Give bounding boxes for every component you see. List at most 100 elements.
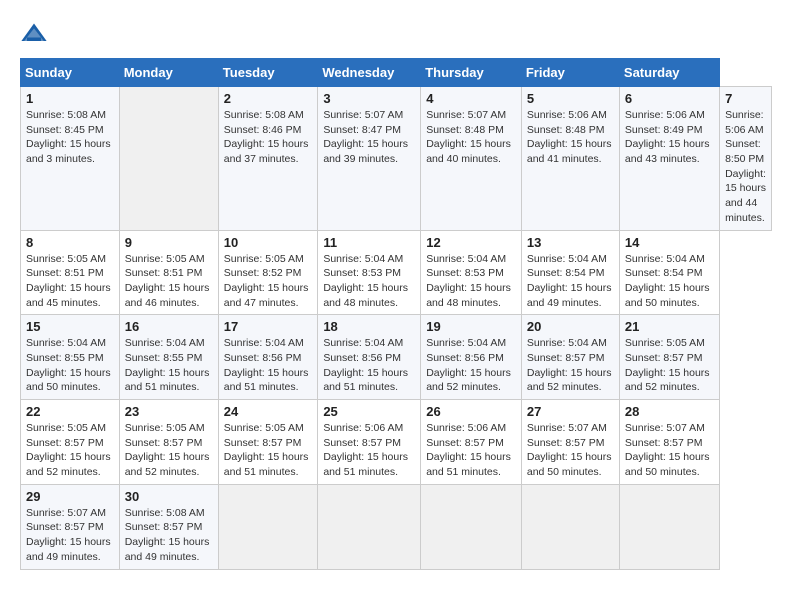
sunset-text: Sunset: 8:46 PM: [224, 124, 302, 136]
calendar-week-4: 22 Sunrise: 5:05 AM Sunset: 8:57 PM Dayligh…: [21, 400, 772, 485]
day-number: 13: [527, 235, 614, 250]
day-number: 25: [323, 404, 415, 419]
day-info: Sunrise: 5:08 AMSunset: 8:57 PMDaylight:…: [125, 506, 213, 565]
day-info: Sunrise: 5:06 AMSunset: 8:50 PMDaylight:…: [725, 108, 766, 226]
calendar-cell: 6Sunrise: 5:06 AMSunset: 8:49 PMDaylight…: [619, 87, 719, 231]
sunset-text: Sunset: 8:57 PM: [625, 352, 703, 364]
calendar-cell: 30Sunrise: 5:08 AMSunset: 8:57 PMDayligh…: [119, 484, 218, 569]
calendar-cell: 12Sunrise: 5:04 AMSunset: 8:53 PMDayligh…: [421, 230, 522, 315]
daylight-text: Daylight: 15 hours and 49 minutes.: [26, 536, 111, 563]
calendar-cell: 15Sunrise: 5:04 AMSunset: 8:55 PMDayligh…: [21, 315, 120, 400]
daylight-text: Daylight: 15 hours and 41 minutes.: [527, 138, 612, 165]
sunset-text: Sunset: 8:54 PM: [527, 267, 605, 279]
calendar-week-5: 29 Sunrise: 5:07 AMSunset: 8:57 PMDayligh…: [21, 484, 772, 569]
day-header-monday: Monday: [119, 59, 218, 87]
day-number: 10: [224, 235, 313, 250]
sunrise-text: Sunrise: 5:05 AM: [125, 253, 205, 265]
calendar-cell: [521, 484, 619, 569]
day-number: 14: [625, 235, 714, 250]
sunrise-text: Sunrise: 5:05 AM: [224, 422, 304, 434]
sunrise-text: Sunrise: 5:05 AM: [625, 337, 705, 349]
day-info: Sunrise: 5:06 AMSunset: 8:57 PMDaylight:…: [323, 421, 415, 480]
day-number: 18: [323, 319, 415, 334]
day-number: 7: [725, 91, 766, 106]
calendar-cell: 8 Sunrise: 5:05 AMSunset: 8:51 PMDaylight…: [21, 230, 120, 315]
day-info: Sunrise: 5:05 AMSunset: 8:57 PMDaylight:…: [26, 421, 114, 480]
calendar-header-row: SundayMondayTuesdayWednesdayThursdayFrid…: [21, 59, 772, 87]
day-info: Sunrise: 5:06 AMSunset: 8:57 PMDaylight:…: [426, 421, 516, 480]
daylight-text: Daylight: 15 hours and 50 minutes.: [625, 451, 710, 478]
daylight-text: Daylight: 15 hours and 47 minutes.: [224, 282, 309, 309]
calendar-cell: [421, 484, 522, 569]
sunrise-text: Sunrise: 5:07 AM: [625, 422, 705, 434]
day-number: 8: [26, 235, 114, 250]
calendar-cell: 17Sunrise: 5:04 AMSunset: 8:56 PMDayligh…: [218, 315, 318, 400]
sunset-text: Sunset: 8:54 PM: [625, 267, 703, 279]
sunset-text: Sunset: 8:57 PM: [26, 437, 104, 449]
sunset-text: Sunset: 8:57 PM: [426, 437, 504, 449]
daylight-text: Daylight: 15 hours and 46 minutes.: [125, 282, 210, 309]
daylight-text: Daylight: 15 hours and 48 minutes.: [323, 282, 408, 309]
logo: [20, 20, 50, 48]
sunset-text: Sunset: 8:57 PM: [26, 521, 104, 533]
day-number: 22: [26, 404, 114, 419]
day-info: Sunrise: 5:07 AMSunset: 8:47 PMDaylight:…: [323, 108, 415, 167]
day-number: 4: [426, 91, 516, 106]
sunset-text: Sunset: 8:56 PM: [323, 352, 401, 364]
daylight-text: Daylight: 15 hours and 50 minutes.: [527, 451, 612, 478]
calendar-cell: 9Sunrise: 5:05 AMSunset: 8:51 PMDaylight…: [119, 230, 218, 315]
day-info: Sunrise: 5:05 AMSunset: 8:57 PMDaylight:…: [625, 336, 714, 395]
daylight-text: Daylight: 15 hours and 51 minutes.: [125, 367, 210, 394]
calendar-cell: [318, 484, 421, 569]
day-number: 1: [26, 91, 114, 106]
sunrise-text: Sunrise: 5:04 AM: [26, 337, 106, 349]
daylight-text: Daylight: 15 hours and 49 minutes.: [125, 536, 210, 563]
calendar-cell: [119, 87, 218, 231]
daylight-text: Daylight: 15 hours and 51 minutes.: [224, 367, 309, 394]
calendar-cell: 27Sunrise: 5:07 AMSunset: 8:57 PMDayligh…: [521, 400, 619, 485]
sunrise-text: Sunrise: 5:04 AM: [426, 253, 506, 265]
sunset-text: Sunset: 8:51 PM: [125, 267, 203, 279]
daylight-text: Daylight: 15 hours and 48 minutes.: [426, 282, 511, 309]
sunset-text: Sunset: 8:48 PM: [527, 124, 605, 136]
day-info: Sunrise: 5:07 AM Sunset: 8:57 PM Daylight:…: [527, 421, 614, 480]
sunrise-text: Sunrise: 5:05 AM: [224, 253, 304, 265]
daylight-text: Daylight: 15 hours and 52 minutes.: [527, 367, 612, 394]
calendar-cell: 24Sunrise: 5:05 AMSunset: 8:57 PMDayligh…: [218, 400, 318, 485]
sunrise-text: Sunrise: 5:07 AM: [527, 422, 607, 434]
sunrise-text: Sunrise: 5:07 AM: [426, 109, 506, 121]
calendar-week-2: 8Sunrise: 5:05 AMSunset: 8:51 PMDaylight…: [21, 230, 772, 315]
calendar-cell: 3Sunrise: 5:07 AMSunset: 8:47 PMDaylight…: [318, 87, 421, 231]
sunset-text: Sunset: 8:57 PM: [323, 437, 401, 449]
day-number: 24: [224, 404, 313, 419]
day-info: Sunrise: 5:04 AM Sunset: 8:56 PM Daylight:…: [224, 336, 313, 395]
sunrise-text: Sunrise: 5:04 AM: [224, 337, 304, 349]
sunrise-text: Sunrise: 5:08 AM: [26, 109, 106, 121]
sunset-text: Sunset: 8:52 PM: [224, 267, 302, 279]
sunset-text: Sunset: 8:55 PM: [125, 352, 203, 364]
day-number: 21: [625, 319, 714, 334]
sunset-text: Sunset: 8:56 PM: [224, 352, 302, 364]
day-number: 28: [625, 404, 714, 419]
day-info: Sunrise: 5:04 AMSunset: 8:53 PMDaylight:…: [323, 252, 415, 311]
day-info: Sunrise: 5:04 AMSunset: 8:55 PMDaylight:…: [26, 336, 114, 395]
sunrise-text: Sunrise: 5:04 AM: [426, 337, 506, 349]
calendar-cell: 25 Sunrise: 5:06 AMSunset: 8:57 PMDayligh…: [318, 400, 421, 485]
day-info: Sunrise: 5:07 AMSunset: 8:57 PMDaylight:…: [26, 506, 114, 565]
day-info: Sunrise: 5:07 AMSunset: 8:48 PMDaylight:…: [426, 108, 516, 167]
sunset-text: Sunset: 8:57 PM: [527, 437, 605, 449]
calendar-cell: 11Sunrise: 5:04 AMSunset: 8:53 PMDayligh…: [318, 230, 421, 315]
sunrise-text: Sunrise: 5:06 AM: [426, 422, 506, 434]
daylight-text: Daylight: 15 hours and 50 minutes.: [26, 367, 111, 394]
day-header-wednesday: Wednesday: [318, 59, 421, 87]
sunset-text: Sunset: 8:45 PM: [26, 124, 104, 136]
day-info: Sunrise: 5:05 AMSunset: 8:51 PMDaylight:…: [26, 252, 114, 311]
daylight-text: Daylight: 15 hours and 43 minutes.: [625, 138, 710, 165]
day-number: 29: [26, 489, 114, 504]
calendar-week-3: 15Sunrise: 5:04 AMSunset: 8:55 PMDayligh…: [21, 315, 772, 400]
sunrise-text: Sunrise: 5:05 AM: [26, 422, 106, 434]
sunrise-text: Sunrise: 5:06 AM: [725, 109, 764, 136]
daylight-text: Daylight: 15 hours and 37 minutes.: [224, 138, 309, 165]
daylight-text: Daylight: 15 hours and 51 minutes.: [323, 367, 408, 394]
sunrise-text: Sunrise: 5:04 AM: [527, 253, 607, 265]
